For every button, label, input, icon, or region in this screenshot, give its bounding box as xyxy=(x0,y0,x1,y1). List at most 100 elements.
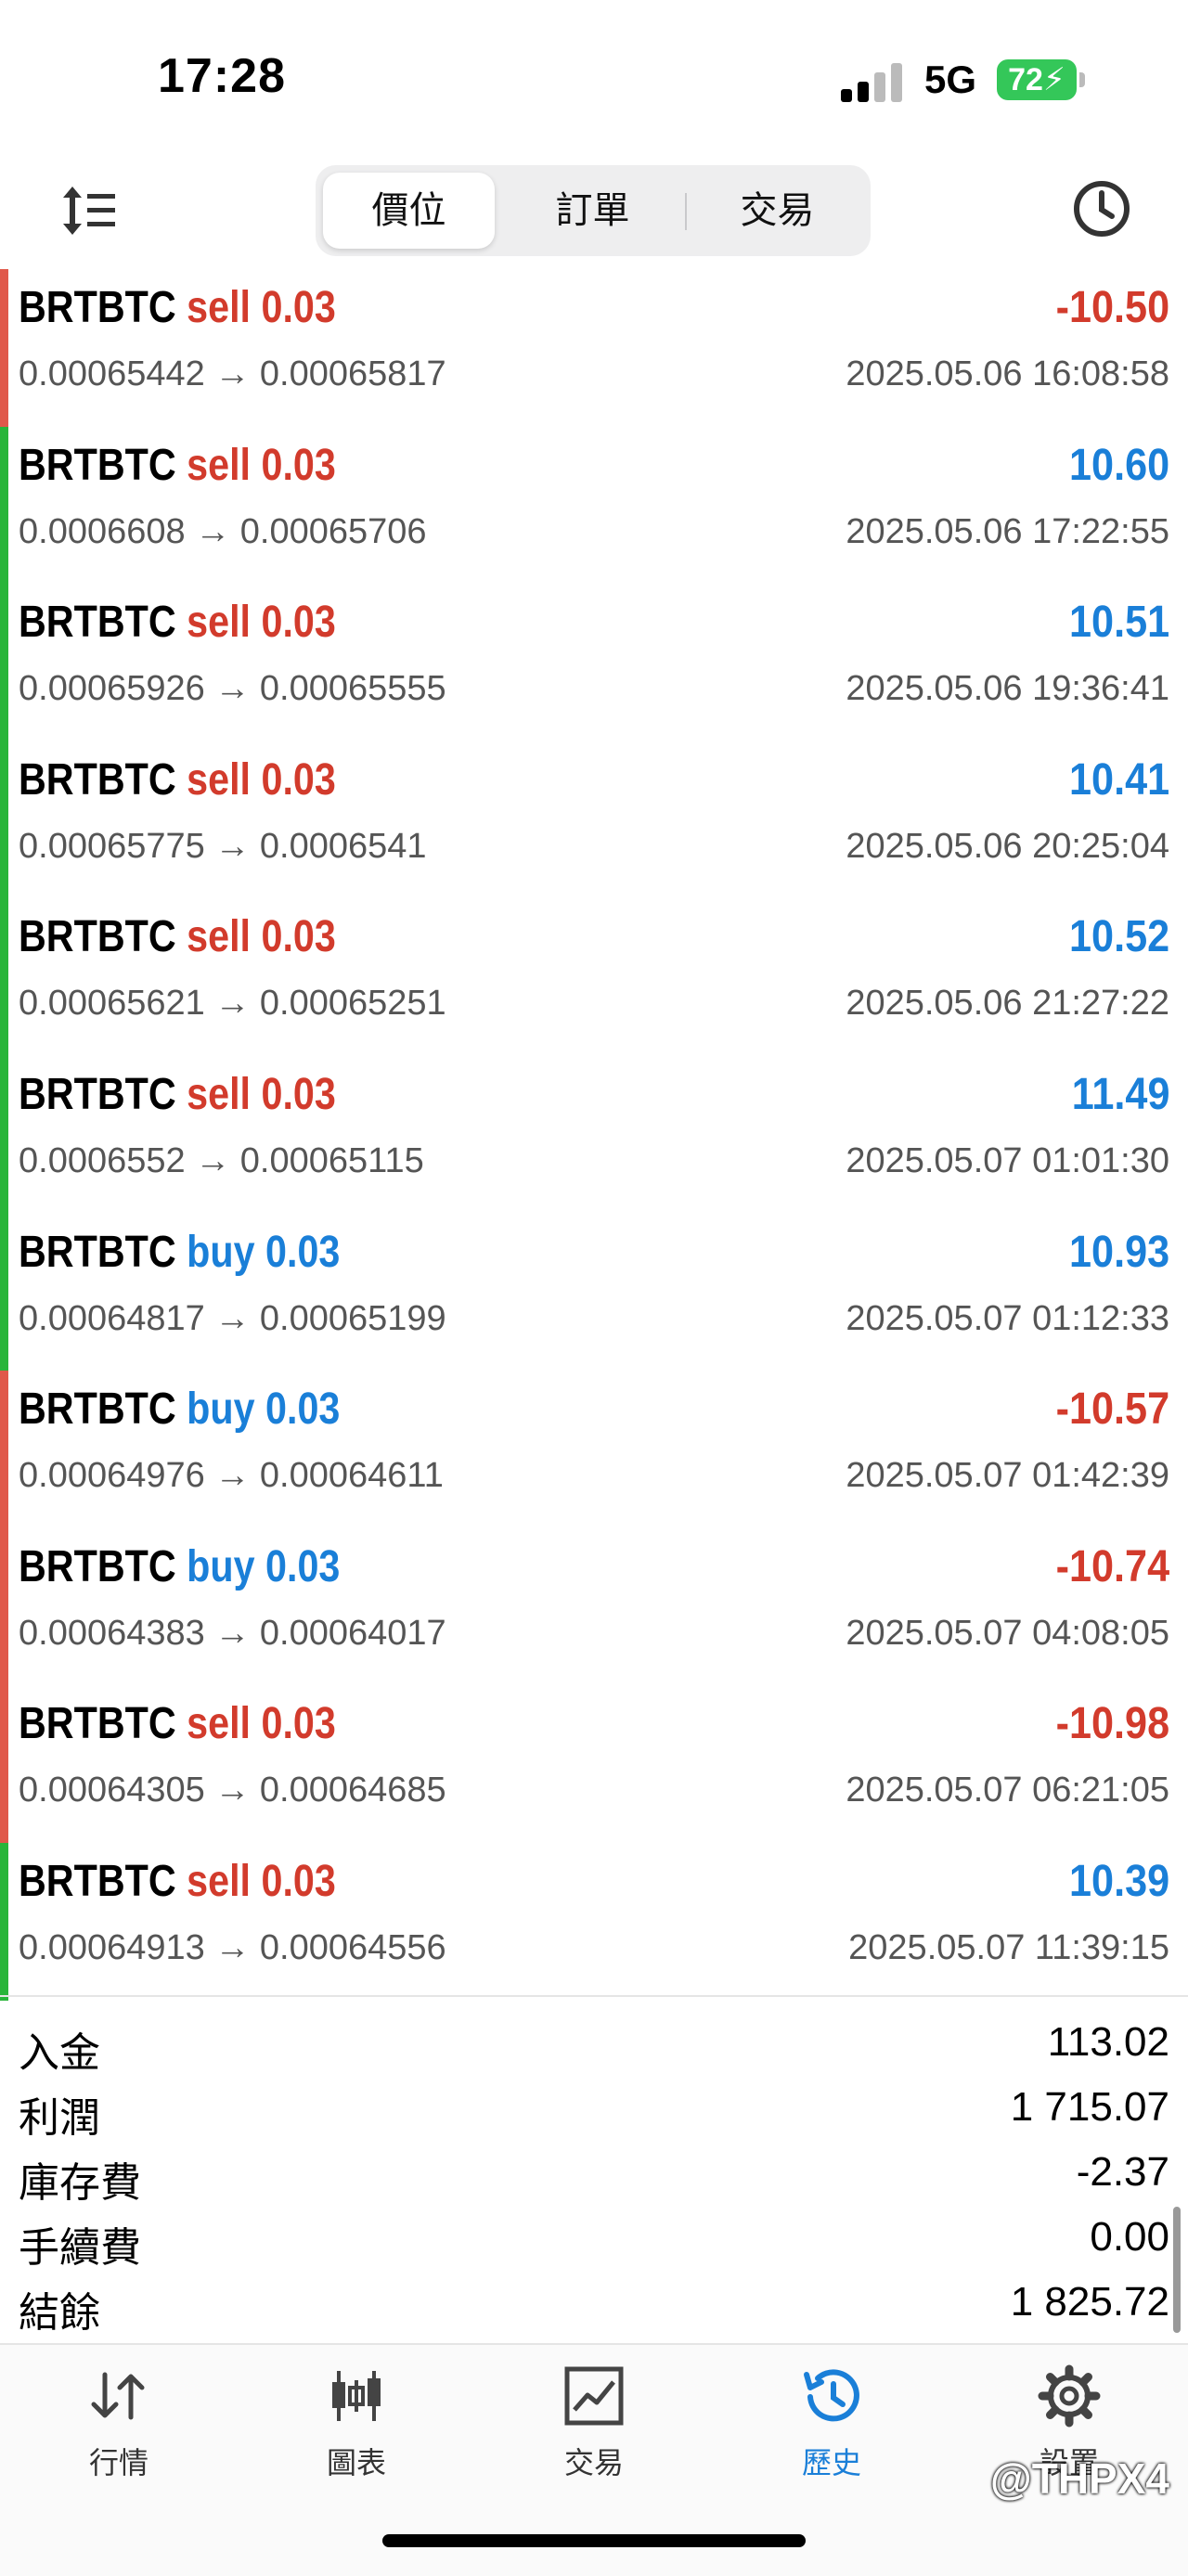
battery-level: 72 xyxy=(1008,62,1043,97)
trade-title: BRTBTC buy 0.03 xyxy=(19,1384,340,1435)
trade-time: 2025.05.06 21:27:22 xyxy=(846,984,1169,1024)
trade-row[interactable]: BRTBTC sell 0.03 10.39 0.00064913 → 0.00… xyxy=(0,1842,1188,2001)
trade-symbol: BRTBTC xyxy=(19,912,176,962)
tab-orders[interactable]: 訂單 xyxy=(507,173,678,249)
sort-icon[interactable] xyxy=(59,181,119,240)
trade-title: BRTBTC sell 0.03 xyxy=(19,1069,336,1120)
segmented-control: 價位 訂單 交易 xyxy=(316,165,871,256)
arrow: → xyxy=(214,1613,251,1653)
trade-prices: 0.00065621 → 0.00065251 xyxy=(19,984,446,1024)
clock-icon[interactable] xyxy=(1071,178,1132,239)
arrow: → xyxy=(214,669,251,709)
trade-row[interactable]: BRTBTC sell 0.03 10.52 0.00065621 → 0.00… xyxy=(0,898,1188,1056)
trade-title: BRTBTC sell 0.03 xyxy=(19,1698,336,1749)
trade-prices: 0.00064976 → 0.00064611 xyxy=(19,1456,444,1496)
trade-prices: 0.00065775 → 0.0006541 xyxy=(19,827,427,867)
settings-gear-icon xyxy=(1038,2364,1101,2428)
open-price: 0.00065926 xyxy=(19,669,205,709)
trade-time: 2025.05.06 20:25:04 xyxy=(846,826,1169,866)
trade-chart-icon xyxy=(564,2366,624,2426)
tab-label: 行情 xyxy=(88,2446,148,2479)
tab-history[interactable]: 歷史 xyxy=(739,2363,924,2482)
tab-trade[interactable]: 交易 xyxy=(501,2363,687,2482)
result-bar xyxy=(0,1527,8,1686)
open-price: 0.00064305 xyxy=(19,1771,205,1810)
trade-volume: 0.03 xyxy=(261,1699,336,1749)
battery-cap xyxy=(1079,72,1085,87)
trade-title: BRTBTC sell 0.03 xyxy=(19,754,336,805)
tab-quotes[interactable]: 行情 xyxy=(26,2363,212,2482)
trade-profit: -10.57 xyxy=(1055,1385,1169,1435)
trade-profit: 10.51 xyxy=(1068,598,1169,648)
trade-side: sell xyxy=(187,1856,252,1906)
summary-row: 手續費 0.00 xyxy=(0,2209,1188,2273)
arrow: → xyxy=(214,1927,251,1967)
trade-time: 2025.05.06 19:36:41 xyxy=(846,669,1169,709)
trade-title: BRTBTC sell 0.03 xyxy=(19,1856,336,1907)
trade-row[interactable]: BRTBTC sell 0.03 -10.50 0.00065442 → 0.0… xyxy=(0,269,1188,427)
open-price: 0.00064817 xyxy=(19,1298,205,1338)
scrollbar[interactable] xyxy=(1173,2207,1181,2333)
tab-price[interactable]: 價位 xyxy=(323,173,495,249)
trade-side: sell xyxy=(187,1069,252,1119)
trade-row[interactable]: BRTBTC buy 0.03 10.93 0.00064817 → 0.000… xyxy=(0,1213,1188,1372)
summary-label: 庫存費 xyxy=(19,2160,141,2206)
trade-symbol: BRTBTC xyxy=(19,754,176,805)
close-price: 0.00065115 xyxy=(239,1140,424,1180)
trade-symbol: BRTBTC xyxy=(19,1227,176,1277)
close-price: 0.0006541 xyxy=(259,826,427,866)
summary-label: 結餘 xyxy=(19,2290,100,2336)
trade-prices: 0.00064383 → 0.00064017 xyxy=(19,1614,446,1654)
trade-prices: 0.00065926 → 0.00065555 xyxy=(19,669,446,709)
trade-symbol: BRTBTC xyxy=(19,1385,176,1435)
arrow: → xyxy=(195,1140,231,1180)
open-price: 0.0006608 xyxy=(19,511,186,551)
trade-volume: 0.03 xyxy=(261,283,336,332)
trade-time: 2025.05.07 01:01:30 xyxy=(846,1140,1169,1180)
close-price: 0.00065555 xyxy=(259,669,446,709)
tab-chart[interactable]: 圖表 xyxy=(264,2363,449,2482)
trade-row[interactable]: BRTBTC sell 0.03 10.51 0.00065926 → 0.00… xyxy=(0,584,1188,741)
arrow: → xyxy=(214,1456,251,1496)
trade-side: buy xyxy=(187,1541,255,1591)
trade-volume: 0.03 xyxy=(261,440,336,490)
trade-title: BRTBTC sell 0.03 xyxy=(19,597,336,648)
trade-row[interactable]: BRTBTC sell 0.03 -10.98 0.00064305 → 0.0… xyxy=(0,1685,1188,1843)
trade-row[interactable]: BRTBTC buy 0.03 -10.57 0.00064976 → 0.00… xyxy=(0,1371,1188,1528)
trade-profit: -10.98 xyxy=(1055,1699,1169,1749)
trade-time: 2025.05.07 04:08:05 xyxy=(846,1613,1169,1653)
trade-symbol: BRTBTC xyxy=(19,1069,176,1119)
trade-row[interactable]: BRTBTC sell 0.03 10.41 0.00065775 → 0.00… xyxy=(0,741,1188,899)
trade-title: BRTBTC sell 0.03 xyxy=(19,282,336,333)
trade-prices: 0.0006608 → 0.00065706 xyxy=(19,512,427,552)
history-clock-icon xyxy=(804,2369,859,2422)
close-price: 0.00064556 xyxy=(259,1927,446,1967)
summary-value: 1 715.07 xyxy=(1010,2084,1169,2130)
candlestick-chart-icon xyxy=(332,2371,381,2421)
result-bar xyxy=(0,426,8,585)
quotes-arrows-icon xyxy=(91,2372,145,2420)
result-bar xyxy=(0,1842,8,2001)
trade-title: BRTBTC sell 0.03 xyxy=(19,911,336,962)
trade-row[interactable]: BRTBTC buy 0.03 -10.74 0.00064383 → 0.00… xyxy=(0,1527,1188,1686)
home-indicator[interactable] xyxy=(382,2534,806,2547)
trade-side: buy xyxy=(187,1227,255,1277)
close-price: 0.00064017 xyxy=(259,1613,446,1653)
trade-symbol: BRTBTC xyxy=(19,1856,176,1906)
trade-side: buy xyxy=(187,1385,255,1435)
result-bar xyxy=(0,584,8,741)
trade-row[interactable]: BRTBTC sell 0.03 10.60 0.0006608 → 0.000… xyxy=(0,426,1188,585)
trade-prices: 0.00065442 → 0.00065817 xyxy=(19,354,446,394)
trade-time: 2025.05.06 16:08:58 xyxy=(846,354,1169,393)
account-summary: 入金 113.02 利潤 1 715.07 庫存費 -2.37 手續費 0.00… xyxy=(0,1995,1188,2338)
summary-label: 手續費 xyxy=(19,2225,141,2271)
result-bar xyxy=(0,1685,8,1843)
tab-deals[interactable]: 交易 xyxy=(691,173,863,249)
arrow: → xyxy=(195,511,231,551)
trade-prices: 0.0006552 → 0.00065115 xyxy=(19,1141,424,1181)
trade-symbol: BRTBTC xyxy=(19,440,176,490)
trade-side: sell xyxy=(187,440,252,490)
trade-row[interactable]: BRTBTC sell 0.03 11.49 0.0006552 → 0.000… xyxy=(0,1055,1188,1214)
trade-profit: 10.93 xyxy=(1068,1227,1169,1277)
close-price: 0.00065817 xyxy=(259,354,446,393)
